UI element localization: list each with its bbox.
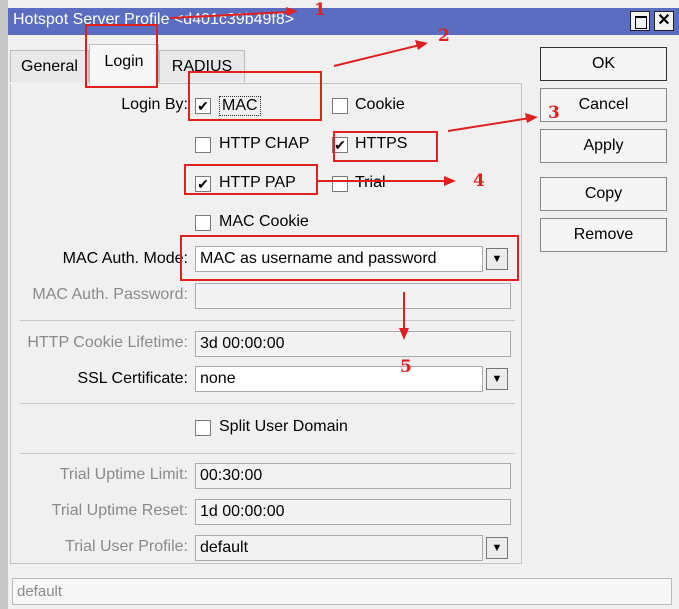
annotation-label-1: 1 [314,0,326,20]
annotation-label-3: 3 [548,103,560,123]
annotation-arrows [169,7,538,340]
annotation-label-5: 5 [400,357,412,377]
annotation-label-2: 2 [438,26,450,46]
hotspot-server-profile-window: Hotspot Server Profile <d401c39b49f8> ✕ … [0,0,679,609]
annotation-label-4: 4 [473,171,485,191]
